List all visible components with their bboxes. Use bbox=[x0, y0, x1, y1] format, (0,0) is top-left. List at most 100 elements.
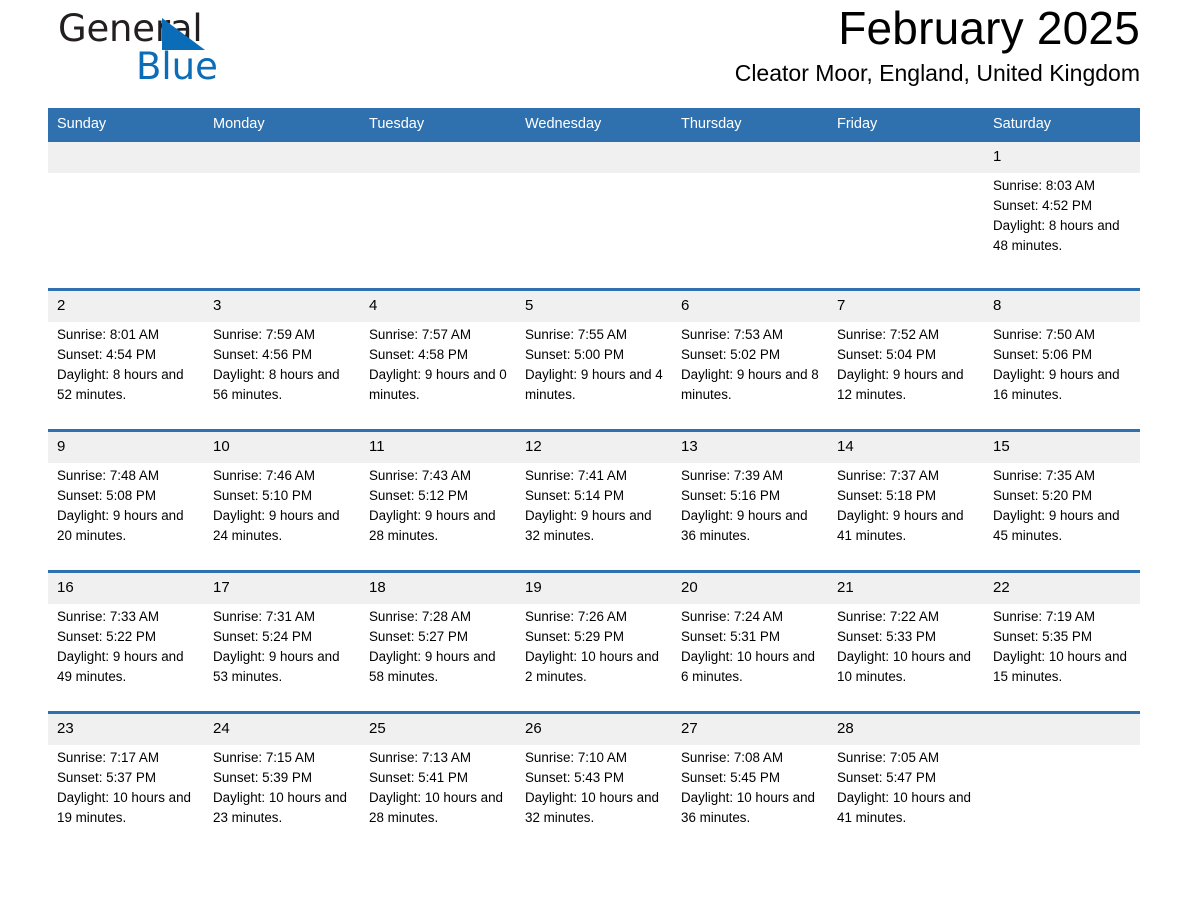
day-number[interactable]: 13 bbox=[672, 432, 828, 463]
day-number[interactable]: 14 bbox=[828, 432, 984, 463]
day-cell[interactable]: Sunrise: 7:17 AM Sunset: 5:37 PM Daylight:… bbox=[48, 745, 204, 852]
day-number[interactable]: 7 bbox=[828, 291, 984, 322]
day-number[interactable]: 22 bbox=[984, 573, 1140, 604]
page-subtitle: Cleator Moor, England, United Kingdom bbox=[734, 60, 1140, 86]
sunrise-text: Sunrise: 7:46 AM bbox=[213, 468, 315, 483]
sunset-text: Sunset: 5:27 PM bbox=[369, 629, 468, 644]
sunrise-text: Sunrise: 7:35 AM bbox=[993, 468, 1095, 483]
day-cell[interactable]: Sunrise: 7:57 AM Sunset: 4:58 PM Daylight:… bbox=[360, 322, 516, 429]
day-cell[interactable]: Sunrise: 7:26 AM Sunset: 5:29 PM Daylight:… bbox=[516, 604, 672, 711]
day-number-empty bbox=[672, 142, 828, 173]
sunrise-text: Sunrise: 7:55 AM bbox=[525, 327, 627, 342]
weekday-header-tuesday: Tuesday bbox=[360, 108, 516, 142]
sunset-text: Sunset: 5:04 PM bbox=[837, 347, 936, 362]
day-number[interactable]: 12 bbox=[516, 432, 672, 463]
title-block: February 2025 Cleator Moor, England, Uni… bbox=[735, 0, 1140, 88]
daylight-text: Daylight: 9 hours and 28 minutes. bbox=[369, 508, 496, 543]
day-number[interactable]: 5 bbox=[516, 291, 672, 322]
sunrise-text: Sunrise: 7:43 AM bbox=[369, 468, 471, 483]
day-cell[interactable]: Sunrise: 7:19 AM Sunset: 5:35 PM Daylight:… bbox=[984, 604, 1140, 711]
sunrise-text: Sunrise: 7:52 AM bbox=[837, 327, 939, 342]
day-cell[interactable]: Sunrise: 7:15 AM Sunset: 5:39 PM Daylight:… bbox=[204, 745, 360, 852]
generalblue-logo[interactable]: General Blue bbox=[58, 8, 378, 100]
daylight-text: Daylight: 9 hours and 16 minutes. bbox=[993, 367, 1120, 402]
day-cell[interactable]: Sunrise: 8:01 AM Sunset: 4:54 PM Daylight:… bbox=[48, 322, 204, 429]
day-cell[interactable]: Sunrise: 7:08 AM Sunset: 5:45 PM Daylight:… bbox=[672, 745, 828, 852]
day-number[interactable]: 26 bbox=[516, 714, 672, 745]
day-number[interactable]: 10 bbox=[204, 432, 360, 463]
sunrise-text: Sunrise: 7:31 AM bbox=[213, 609, 315, 624]
weekday-header-saturday: Saturday bbox=[984, 108, 1140, 142]
daylight-text: Daylight: 9 hours and 20 minutes. bbox=[57, 508, 184, 543]
day-cell[interactable]: Sunrise: 7:59 AM Sunset: 4:56 PM Daylight:… bbox=[204, 322, 360, 429]
weekday-header-thursday: Thursday bbox=[672, 108, 828, 142]
calendar-table: Sunday Monday Tuesday Wednesday Thursday… bbox=[48, 108, 1140, 852]
day-cell[interactable]: Sunrise: 7:53 AM Sunset: 5:02 PM Daylight:… bbox=[672, 322, 828, 429]
week-daynumber-row: 1 bbox=[48, 142, 1140, 173]
day-cell[interactable]: Sunrise: 7:46 AM Sunset: 5:10 PM Daylight:… bbox=[204, 463, 360, 570]
day-cell[interactable]: Sunrise: 7:22 AM Sunset: 5:33 PM Daylight:… bbox=[828, 604, 984, 711]
day-number-empty bbox=[360, 142, 516, 173]
page-header: General Blue February 2025 Cleator Moor,… bbox=[48, 0, 1140, 108]
day-number[interactable]: 16 bbox=[48, 573, 204, 604]
day-cell[interactable]: Sunrise: 7:05 AM Sunset: 5:47 PM Daylight:… bbox=[828, 745, 984, 852]
day-cell[interactable]: Sunrise: 7:31 AM Sunset: 5:24 PM Daylight:… bbox=[204, 604, 360, 711]
daylight-text: Daylight: 10 hours and 28 minutes. bbox=[369, 790, 503, 825]
week-detail-row: Sunrise: 7:33 AM Sunset: 5:22 PM Daylight:… bbox=[48, 604, 1140, 711]
sunset-text: Sunset: 4:56 PM bbox=[213, 347, 312, 362]
day-number[interactable]: 28 bbox=[828, 714, 984, 745]
day-number[interactable]: 4 bbox=[360, 291, 516, 322]
day-number[interactable]: 6 bbox=[672, 291, 828, 322]
week-daynumber-row: 2345678 bbox=[48, 291, 1140, 322]
day-number[interactable]: 24 bbox=[204, 714, 360, 745]
day-number[interactable]: 25 bbox=[360, 714, 516, 745]
day-number[interactable]: 3 bbox=[204, 291, 360, 322]
day-number[interactable]: 1 bbox=[984, 142, 1140, 173]
day-number[interactable]: 23 bbox=[48, 714, 204, 745]
daylight-text: Daylight: 9 hours and 4 minutes. bbox=[525, 367, 663, 402]
sunrise-text: Sunrise: 7:13 AM bbox=[369, 750, 471, 765]
sunset-text: Sunset: 5:41 PM bbox=[369, 770, 468, 785]
sunset-text: Sunset: 5:43 PM bbox=[525, 770, 624, 785]
week-detail-row: Sunrise: 7:17 AM Sunset: 5:37 PM Daylight:… bbox=[48, 745, 1140, 852]
sunset-text: Sunset: 5:00 PM bbox=[525, 347, 624, 362]
day-cell[interactable]: Sunrise: 7:39 AM Sunset: 5:16 PM Daylight:… bbox=[672, 463, 828, 570]
day-cell[interactable]: Sunrise: 8:03 AM Sunset: 4:52 PM Daylight:… bbox=[984, 173, 1140, 288]
week-detail-row: Sunrise: 7:48 AM Sunset: 5:08 PM Daylight:… bbox=[48, 463, 1140, 570]
day-number[interactable]: 15 bbox=[984, 432, 1140, 463]
sunset-text: Sunset: 5:47 PM bbox=[837, 770, 936, 785]
day-cell[interactable]: Sunrise: 7:48 AM Sunset: 5:08 PM Daylight:… bbox=[48, 463, 204, 570]
day-number[interactable]: 21 bbox=[828, 573, 984, 604]
day-number[interactable]: 27 bbox=[672, 714, 828, 745]
sunrise-text: Sunrise: 7:33 AM bbox=[57, 609, 159, 624]
sunrise-text: Sunrise: 7:19 AM bbox=[993, 609, 1095, 624]
day-cell[interactable]: Sunrise: 7:10 AM Sunset: 5:43 PM Daylight:… bbox=[516, 745, 672, 852]
day-number[interactable]: 11 bbox=[360, 432, 516, 463]
sunrise-text: Sunrise: 8:01 AM bbox=[57, 327, 159, 342]
day-number[interactable]: 20 bbox=[672, 573, 828, 604]
day-cell[interactable]: Sunrise: 7:37 AM Sunset: 5:18 PM Daylight:… bbox=[828, 463, 984, 570]
day-number[interactable]: 8 bbox=[984, 291, 1140, 322]
day-number[interactable]: 18 bbox=[360, 573, 516, 604]
weekday-header-monday: Monday bbox=[204, 108, 360, 142]
day-cell[interactable]: Sunrise: 7:50 AM Sunset: 5:06 PM Daylight:… bbox=[984, 322, 1140, 429]
calendar-page: General Blue February 2025 Cleator Moor,… bbox=[0, 0, 1188, 918]
day-number[interactable]: 2 bbox=[48, 291, 204, 322]
day-cell[interactable]: Sunrise: 7:52 AM Sunset: 5:04 PM Daylight:… bbox=[828, 322, 984, 429]
day-number[interactable]: 9 bbox=[48, 432, 204, 463]
day-cell[interactable]: Sunrise: 7:13 AM Sunset: 5:41 PM Daylight:… bbox=[360, 745, 516, 852]
day-cell[interactable]: Sunrise: 7:55 AM Sunset: 5:00 PM Daylight:… bbox=[516, 322, 672, 429]
sunset-text: Sunset: 4:58 PM bbox=[369, 347, 468, 362]
sunset-text: Sunset: 5:35 PM bbox=[993, 629, 1092, 644]
day-number[interactable]: 19 bbox=[516, 573, 672, 604]
day-cell[interactable]: Sunrise: 7:35 AM Sunset: 5:20 PM Daylight:… bbox=[984, 463, 1140, 570]
day-cell[interactable]: Sunrise: 7:41 AM Sunset: 5:14 PM Daylight:… bbox=[516, 463, 672, 570]
day-cell[interactable]: Sunrise: 7:28 AM Sunset: 5:27 PM Daylight:… bbox=[360, 604, 516, 711]
day-cell[interactable]: Sunrise: 7:24 AM Sunset: 5:31 PM Daylight:… bbox=[672, 604, 828, 711]
sunrise-text: Sunrise: 7:48 AM bbox=[57, 468, 159, 483]
day-cell[interactable]: Sunrise: 7:33 AM Sunset: 5:22 PM Daylight:… bbox=[48, 604, 204, 711]
sunrise-text: Sunrise: 7:10 AM bbox=[525, 750, 627, 765]
sunset-text: Sunset: 5:39 PM bbox=[213, 770, 312, 785]
day-cell[interactable]: Sunrise: 7:43 AM Sunset: 5:12 PM Daylight:… bbox=[360, 463, 516, 570]
day-number[interactable]: 17 bbox=[204, 573, 360, 604]
